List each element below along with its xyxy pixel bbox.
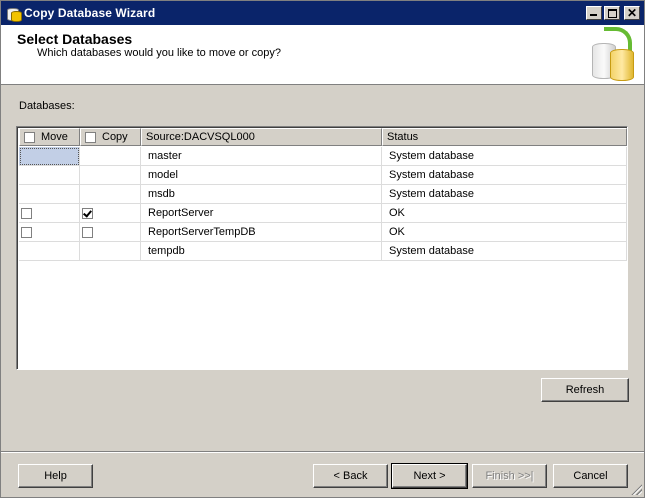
table-row[interactable]: msdb System database bbox=[19, 185, 627, 204]
column-header-move-label: Move bbox=[41, 131, 68, 143]
database-name-cell[interactable]: model bbox=[141, 166, 382, 185]
move-cell[interactable] bbox=[19, 204, 80, 223]
database-name-cell[interactable]: tempdb bbox=[141, 242, 382, 261]
close-button[interactable]: ✕ bbox=[624, 6, 640, 20]
move-cell[interactable] bbox=[19, 185, 80, 204]
move-checkbox[interactable] bbox=[21, 226, 32, 238]
move-cell[interactable] bbox=[19, 147, 80, 166]
move-cell[interactable] bbox=[19, 242, 80, 261]
copy-cell[interactable] bbox=[80, 166, 141, 185]
resize-grip-icon[interactable] bbox=[630, 483, 642, 495]
finish-button[interactable]: Finish >>| bbox=[472, 464, 547, 488]
copy-cell[interactable] bbox=[80, 223, 141, 242]
copy-cell[interactable] bbox=[80, 204, 141, 223]
database-name-cell[interactable]: ReportServerTempDB bbox=[141, 223, 382, 242]
copy-checkbox[interactable] bbox=[82, 226, 93, 238]
page-title: Select Databases bbox=[17, 31, 133, 47]
wizard-header: Select Databases Which databases would y… bbox=[1, 25, 644, 85]
column-header-copy[interactable]: Copy bbox=[80, 128, 141, 146]
footer-divider bbox=[1, 451, 644, 453]
table-row[interactable]: model System database bbox=[19, 166, 627, 185]
copy-all-checkbox[interactable] bbox=[85, 131, 96, 143]
cancel-button[interactable]: Cancel bbox=[553, 464, 628, 488]
move-cell[interactable] bbox=[19, 223, 80, 242]
database-app-icon bbox=[5, 5, 22, 22]
refresh-button[interactable]: Refresh bbox=[541, 378, 629, 402]
database-name-cell[interactable]: master bbox=[141, 147, 382, 166]
status-cell: System database bbox=[382, 147, 627, 166]
move-cell[interactable] bbox=[19, 166, 80, 185]
window-controls: ✕ bbox=[586, 6, 640, 20]
status-cell: OK bbox=[382, 204, 627, 223]
column-header-copy-label: Copy bbox=[102, 131, 128, 143]
table-row[interactable]: ReportServer OK bbox=[19, 204, 627, 223]
minimize-button[interactable] bbox=[586, 6, 602, 20]
page-subtitle: Which databases would you like to move o… bbox=[37, 47, 281, 59]
back-button[interactable]: < Back bbox=[313, 464, 388, 488]
column-header-move[interactable]: Move bbox=[19, 128, 80, 146]
status-cell: OK bbox=[382, 223, 627, 242]
column-header-status[interactable]: Status bbox=[382, 128, 627, 146]
status-cell: System database bbox=[382, 242, 627, 261]
title-bar[interactable]: Copy Database Wizard ✕ bbox=[1, 1, 644, 25]
databases-label: Databases: bbox=[19, 100, 75, 112]
move-checkbox[interactable] bbox=[21, 207, 32, 219]
copy-cell[interactable] bbox=[80, 185, 141, 204]
table-row[interactable]: master System database bbox=[19, 147, 627, 166]
window-title: Copy Database Wizard bbox=[24, 6, 156, 20]
databases-grid[interactable]: Move Copy Source:DACVSQL000 Status maste… bbox=[16, 126, 628, 370]
next-button[interactable]: Next > bbox=[391, 463, 468, 489]
copy-cell[interactable] bbox=[80, 147, 141, 166]
table-row[interactable]: tempdb System database bbox=[19, 242, 627, 261]
database-name-cell[interactable]: msdb bbox=[141, 185, 382, 204]
maximize-button[interactable] bbox=[604, 6, 620, 20]
table-row[interactable]: ReportServerTempDB OK bbox=[19, 223, 627, 242]
status-cell: System database bbox=[382, 185, 627, 204]
copy-cell[interactable] bbox=[80, 242, 141, 261]
grid-header: Move Copy Source:DACVSQL000 Status bbox=[19, 128, 627, 146]
minimize-icon bbox=[590, 14, 597, 16]
status-cell: System database bbox=[382, 166, 627, 185]
maximize-icon bbox=[608, 9, 617, 18]
database-copy-graphic-icon bbox=[584, 25, 644, 84]
column-header-source[interactable]: Source:DACVSQL000 bbox=[141, 128, 382, 146]
wizard-window: Copy Database Wizard ✕ Select Databases … bbox=[0, 0, 645, 498]
move-all-checkbox[interactable] bbox=[24, 131, 35, 143]
grid-rows: master System database model System databas… bbox=[19, 147, 627, 261]
database-name-cell[interactable]: ReportServer bbox=[141, 204, 382, 223]
help-button[interactable]: Help bbox=[18, 464, 93, 488]
copy-checkbox[interactable] bbox=[82, 207, 93, 219]
close-icon: ✕ bbox=[626, 6, 638, 20]
